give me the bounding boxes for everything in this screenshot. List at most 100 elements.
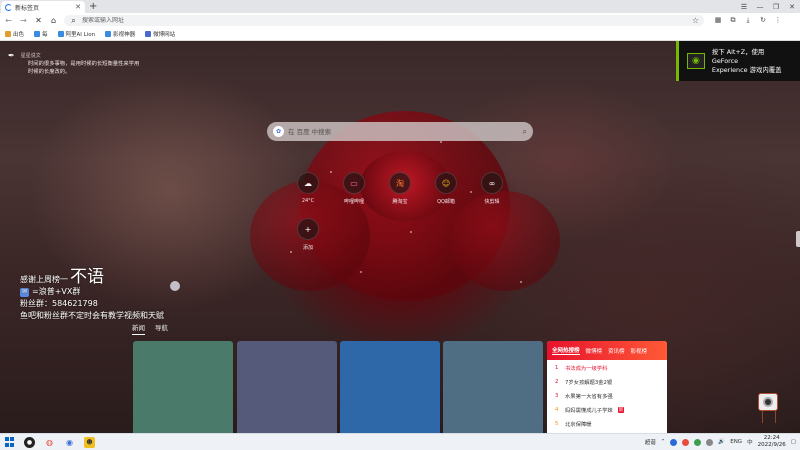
site-icon [57,31,64,37]
tab-news[interactable]: 新闻 [132,322,145,335]
rank-number: 3 [555,393,559,399]
search-input[interactable] [288,127,519,136]
hot-item[interactable]: 3 水果第一大省有多强 [547,390,667,402]
quick-link-qqmail[interactable]: ☺ QQ邮箱 [431,172,461,205]
minimize-button[interactable]: — [752,3,768,11]
quick-link-add[interactable]: + 添加 [293,218,323,251]
hot-item-text: 7岁女孩解题3金2银 [565,380,613,386]
hot-item-text: 北京保障暖 [565,422,592,428]
bookmark-star-icon[interactable]: ☆ [692,16,699,25]
camera-widget-icon[interactable] [758,393,780,425]
bookmark-item[interactable]: 阿里AI Lion [57,30,96,38]
tab-search-icon[interactable]: ☰ [736,3,752,11]
hot-item[interactable]: 1 书法成为一级学科 [547,362,667,374]
refresh-icon[interactable]: ↻ [759,16,767,25]
app-tray-icon[interactable] [694,438,702,446]
tab-strip: 新标签页 ✕ + ☰ — ❐ ✕ [0,0,800,13]
forward-button[interactable]: → [19,16,28,25]
tab-video-hot[interactable]: 影视榜 [631,347,648,355]
quick-link-taobao[interactable]: 淘 腾淘宝 [385,172,415,205]
collections-icon[interactable]: ⧉ [729,16,737,25]
hot-item[interactable]: 2 7岁女孩解题3金2银 [547,376,667,388]
search-icon[interactable]: ⌕ [523,127,527,137]
qq-icon: ☺ [435,172,457,194]
search-box[interactable]: ✿ ⌕ [267,122,533,141]
screen: 新标签页 ✕ + ☰ — ❐ ✕ ← → ✕ ⌂ ⌕ ☆ ▦ ⧉ ⤓ ↻ ⋮ [0,0,800,450]
clip-icon: ∞ [481,172,503,194]
language-indicator[interactable]: ENG [730,439,742,445]
quote-line: 时间的很多事物，是用时候的长短衡量性来学用 [28,61,140,67]
weather-icon: ☁ [297,172,319,194]
paw-icon[interactable]: ✿ [273,126,284,137]
download-icon[interactable]: ⤓ [744,16,752,25]
quick-link-label: 快剪辑 [484,199,500,205]
stop-button[interactable]: ✕ [34,16,43,25]
bookmark-item[interactable]: 出色 [5,30,24,38]
quote-line: 时候的长度改的。 [28,69,71,75]
chrome-icon[interactable]: ◍ [44,437,55,448]
daily-quote: ✒ 星星说文 时间的很多事物，是用时候的长短衡量性来学用 时候的长度改的。 [8,51,158,76]
quick-link-label: 添加 [302,245,313,251]
site-icon [34,31,41,37]
network-tray-icon[interactable] [670,438,678,446]
game-app-icon[interactable]: ☻ [84,436,95,448]
hot-item[interactable]: 5 北京保障暖 [547,418,667,430]
notification-icon[interactable]: ▢ [791,439,796,445]
news-card[interactable] [133,341,233,433]
promo-line: ✉ =浪普+VX群 [20,286,164,298]
bookmark-item[interactable]: 每 [34,30,48,38]
quick-link-bilibili[interactable]: ▭ 哔哩哔哩 [339,172,369,205]
news-card[interactable] [340,341,440,433]
windows-start-icon[interactable] [4,437,15,448]
hot-search-panel: 全网热搜榜 微博榜 资讯榜 影视榜 1 书法成为一级学科 2 7岁女孩解题3金2… [547,341,667,433]
water-drop [170,281,180,291]
clock[interactable]: 22:24 2022/9/26 [758,435,786,449]
tab-news-hot[interactable]: 资讯榜 [608,347,625,355]
address-input[interactable] [82,17,688,24]
nvidia-logo-icon: ◉ [687,53,705,69]
volume-icon[interactable]: 🔊 [718,439,725,445]
menu-icon[interactable]: ⋮ [774,16,782,25]
address-bar[interactable]: ⌕ ☆ [64,15,704,26]
app-tray-icon[interactable] [706,438,714,446]
home-button[interactable]: ⌂ [49,16,58,25]
hot-item-text: 书法成为一级学科 [565,366,608,372]
quick-link-label: QQ邮箱 [437,199,455,205]
quick-link-label: 哔哩哔哩 [343,199,364,205]
back-button[interactable]: ← [4,16,13,25]
obs-icon[interactable]: ● [24,436,35,448]
camera-lens [763,397,773,407]
bookmarks-bar: 出色 每 阿里AI Lion 影视神器 微博网站 [0,28,800,41]
promo-text: 感谢上周榜一 [20,275,68,284]
maximize-button[interactable]: ❐ [768,3,784,11]
browser-icon[interactable]: ◉ [64,437,75,448]
site-icon [105,31,112,37]
close-window-button[interactable]: ✕ [784,3,800,11]
news-card[interactable] [237,341,337,433]
bookmark-label: 出色 [13,32,25,38]
close-tab-icon[interactable]: ✕ [75,3,81,11]
quick-link-weather[interactable]: ☁ 24°C [293,172,323,204]
bookmark-item[interactable]: 影视神器 [105,30,135,38]
bookmark-item[interactable]: 微博网站 [145,30,175,38]
news-card[interactable] [443,341,543,433]
hot-item[interactable]: 4 妈妈需懂成儿子学妹 新 [547,404,667,416]
stream-overlay-text: 感谢上周榜一 不语 ✉ =浪普+VX群 粉丝群：584621798 鱼吧和粉丝群… [20,268,164,322]
new-tab-button[interactable]: + [85,1,101,13]
bookmark-label: 影视神器 [113,32,136,38]
tab-weibo[interactable]: 微博榜 [586,347,603,355]
tab-all-hot[interactable]: 全网热搜榜 [552,346,580,355]
bookmark-label: 阿里AI Lion [65,32,96,38]
chevron-up-icon[interactable]: ⌃ [661,439,666,445]
browser-tab[interactable]: 新标签页 ✕ [1,1,85,13]
ime-icon[interactable]: 中 [747,438,753,446]
quick-link-clip[interactable]: ∞ 快剪辑 [477,172,507,205]
side-panel-handle[interactable] [796,231,800,247]
app-tray-icon[interactable] [682,438,690,446]
tab-navigation[interactable]: 导航 [155,322,168,335]
hot-item-text: 水果第一大省有多强 [565,394,613,400]
promo-line: 粉丝群：584621798 [20,299,98,308]
extensions-icon[interactable]: ▦ [714,16,722,25]
new-tab-page: ✒ 星星说文 时间的很多事物，是用时候的长短衡量性来学用 时候的长度改的。 ◉ … [0,41,800,433]
geforce-overlay-toast[interactable]: ◉ 按下 Alt+Z，使用 GeForce Experience 游戏内覆盖 [676,41,800,81]
